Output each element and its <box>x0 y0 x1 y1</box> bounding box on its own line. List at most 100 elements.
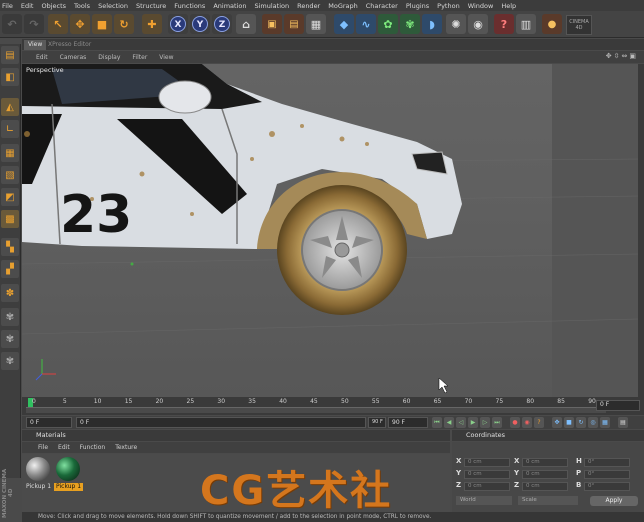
prev-key-icon[interactable]: ◀ <box>444 417 454 428</box>
render-settings-icon[interactable]: ▦ <box>306 14 326 34</box>
menu-render[interactable]: Render <box>297 2 320 10</box>
axis-mode-icon[interactable]: ∟ <box>1 120 19 138</box>
coord-value-field[interactable]: 0° <box>584 458 630 467</box>
render-picture-viewer-icon[interactable]: ▤ <box>284 14 304 34</box>
uv-mode-icon[interactable]: ▩ <box>1 210 19 228</box>
apply-button[interactable]: Apply <box>590 496 638 506</box>
cube-icon[interactable]: ◆ <box>334 14 354 34</box>
brush-icon[interactable]: ✾ <box>1 352 19 370</box>
prev-frame-icon[interactable]: ◁ <box>456 417 466 428</box>
menu-selection[interactable]: Selection <box>98 2 128 10</box>
camera-label[interactable]: Perspective <box>26 66 64 74</box>
coord-value-field[interactable]: 0 cm <box>464 482 510 491</box>
material-name[interactable]: Pickup 1 <box>24 483 53 491</box>
menu-character[interactable]: Character <box>366 2 398 10</box>
coord-value-field[interactable]: 0 cm <box>464 458 510 467</box>
position-key-icon[interactable]: ✥ <box>552 417 562 428</box>
camera-icon[interactable]: ◉ <box>468 14 488 34</box>
rotation-key-icon[interactable]: ↻ <box>576 417 586 428</box>
material-preview[interactable] <box>26 457 50 481</box>
scale-key-icon[interactable]: ■ <box>564 417 574 428</box>
current-frame-field[interactable]: 0 F <box>596 400 640 411</box>
goto-start-icon[interactable]: ⏮ <box>432 417 442 428</box>
x-axis-button[interactable]: X <box>168 14 188 34</box>
coord-value-field[interactable]: 0 cm <box>522 458 568 467</box>
viewport-scrollbar[interactable] <box>638 64 644 397</box>
viewport-menu-view[interactable]: View <box>159 54 173 61</box>
deformer-icon[interactable]: ◗ <box>422 14 442 34</box>
menu-help[interactable]: Help <box>501 2 516 10</box>
materials-menu-edit[interactable]: Edit <box>58 444 70 451</box>
make-editable-icon[interactable]: ▤ <box>1 46 19 64</box>
coord-size-mode-select[interactable]: Scale <box>518 496 578 505</box>
y-axis-button[interactable]: Y <box>190 14 210 34</box>
menu-edit[interactable]: Edit <box>21 2 34 10</box>
menu-mograph[interactable]: MoGraph <box>328 2 358 10</box>
move-icon[interactable]: ✥ <box>70 14 90 34</box>
timeline-settings-icon[interactable]: ▤ <box>618 417 628 428</box>
menu-simulation[interactable]: Simulation <box>254 2 289 10</box>
viewport-nav-icons[interactable]: ✥⇳⇔▣ <box>606 52 638 60</box>
sculpt-icon[interactable]: ✾ <box>1 308 19 326</box>
polygons-mode-icon[interactable]: ◩ <box>1 188 19 206</box>
coord-mode-select[interactable]: World <box>456 496 512 505</box>
menu-functions[interactable]: Functions <box>174 2 205 10</box>
z-axis-button[interactable]: Z <box>212 14 232 34</box>
snapping-icon[interactable]: ✽ <box>1 284 19 302</box>
coord-value-field[interactable]: 0 cm <box>464 470 510 479</box>
timeline[interactable]: 0 F 0 5 10 15 20 25 30 35 40 45 50 55 60 65 70 75 80 85 90 <box>22 397 644 415</box>
coord-value-field[interactable]: 0° <box>584 482 630 491</box>
parameter-key-icon[interactable]: ◎ <box>588 417 598 428</box>
menu-file[interactable]: File <box>2 2 13 10</box>
coord-value-field[interactable]: 0° <box>584 470 630 479</box>
edges-mode-icon[interactable]: ▧ <box>1 166 19 184</box>
material-icon[interactable]: ● <box>542 14 562 34</box>
menu-window[interactable]: Window <box>468 2 494 10</box>
viewport-menu-edit[interactable]: Edit <box>36 54 48 61</box>
layout-icon[interactable]: ▥ <box>516 14 536 34</box>
tab-view[interactable]: View <box>24 40 47 50</box>
pla-key-icon[interactable]: ▦ <box>600 417 610 428</box>
record-icon[interactable]: ● <box>510 417 520 428</box>
object-mode-icon[interactable]: ◭ <box>1 98 19 116</box>
next-frame-icon[interactable]: ▷ <box>480 417 490 428</box>
nurbs-icon[interactable]: ✿ <box>378 14 398 34</box>
material-name-selected[interactable]: Pickup 1 <box>54 483 84 491</box>
undo-icon[interactable]: ↶ <box>2 14 22 34</box>
start-frame-field[interactable]: 0 F <box>26 417 72 428</box>
play-icon[interactable]: ▶ <box>468 417 478 428</box>
menu-structure[interactable]: Structure <box>136 2 166 10</box>
coord-value-field[interactable]: 0 cm <box>522 470 568 479</box>
materials-menu-function[interactable]: Function <box>80 444 106 451</box>
viewport-menu-filter[interactable]: Filter <box>132 54 147 61</box>
paint-icon[interactable]: ✾ <box>1 330 19 348</box>
viewport-menu-display[interactable]: Display <box>98 54 120 61</box>
workplane-icon[interactable]: ▞ <box>1 260 19 278</box>
add-object-icon[interactable]: ✚ <box>142 14 162 34</box>
scale-icon[interactable]: ■ <box>92 14 112 34</box>
array-icon[interactable]: ✾ <box>400 14 420 34</box>
select-icon[interactable]: ↖ <box>48 14 68 34</box>
tab-xpresso-editor[interactable]: XPresso Editor <box>44 40 95 50</box>
coord-value-field[interactable]: 0 cm <box>522 482 568 491</box>
end-frame-field[interactable]: 90 F <box>388 417 428 428</box>
menu-objects[interactable]: Objects <box>41 2 66 10</box>
render-view-icon[interactable]: ▣ <box>262 14 282 34</box>
redo-icon[interactable]: ↷ <box>24 14 44 34</box>
menu-animation[interactable]: Animation <box>213 2 246 10</box>
help-icon[interactable]: ? <box>494 14 514 34</box>
materials-menu-texture[interactable]: Texture <box>115 444 137 451</box>
3d-viewport[interactable]: 23 Perspective <box>22 64 638 397</box>
menu-tools[interactable]: Tools <box>74 2 90 10</box>
texture-mode-icon[interactable]: ▚ <box>1 238 19 256</box>
menu-plugins[interactable]: Plugins <box>406 2 429 10</box>
material-preview[interactable] <box>56 457 80 481</box>
frame-range-slider[interactable]: 0 F <box>76 417 366 428</box>
timeline-track[interactable] <box>26 407 606 413</box>
rotate-icon[interactable]: ↻ <box>114 14 134 34</box>
keyframe-selection-icon[interactable]: ? <box>534 417 544 428</box>
menu-python[interactable]: Python <box>437 2 460 10</box>
materials-menu-file[interactable]: File <box>38 444 48 451</box>
spline-icon[interactable]: ∿ <box>356 14 376 34</box>
model-mode-icon[interactable]: ◧ <box>1 68 19 86</box>
